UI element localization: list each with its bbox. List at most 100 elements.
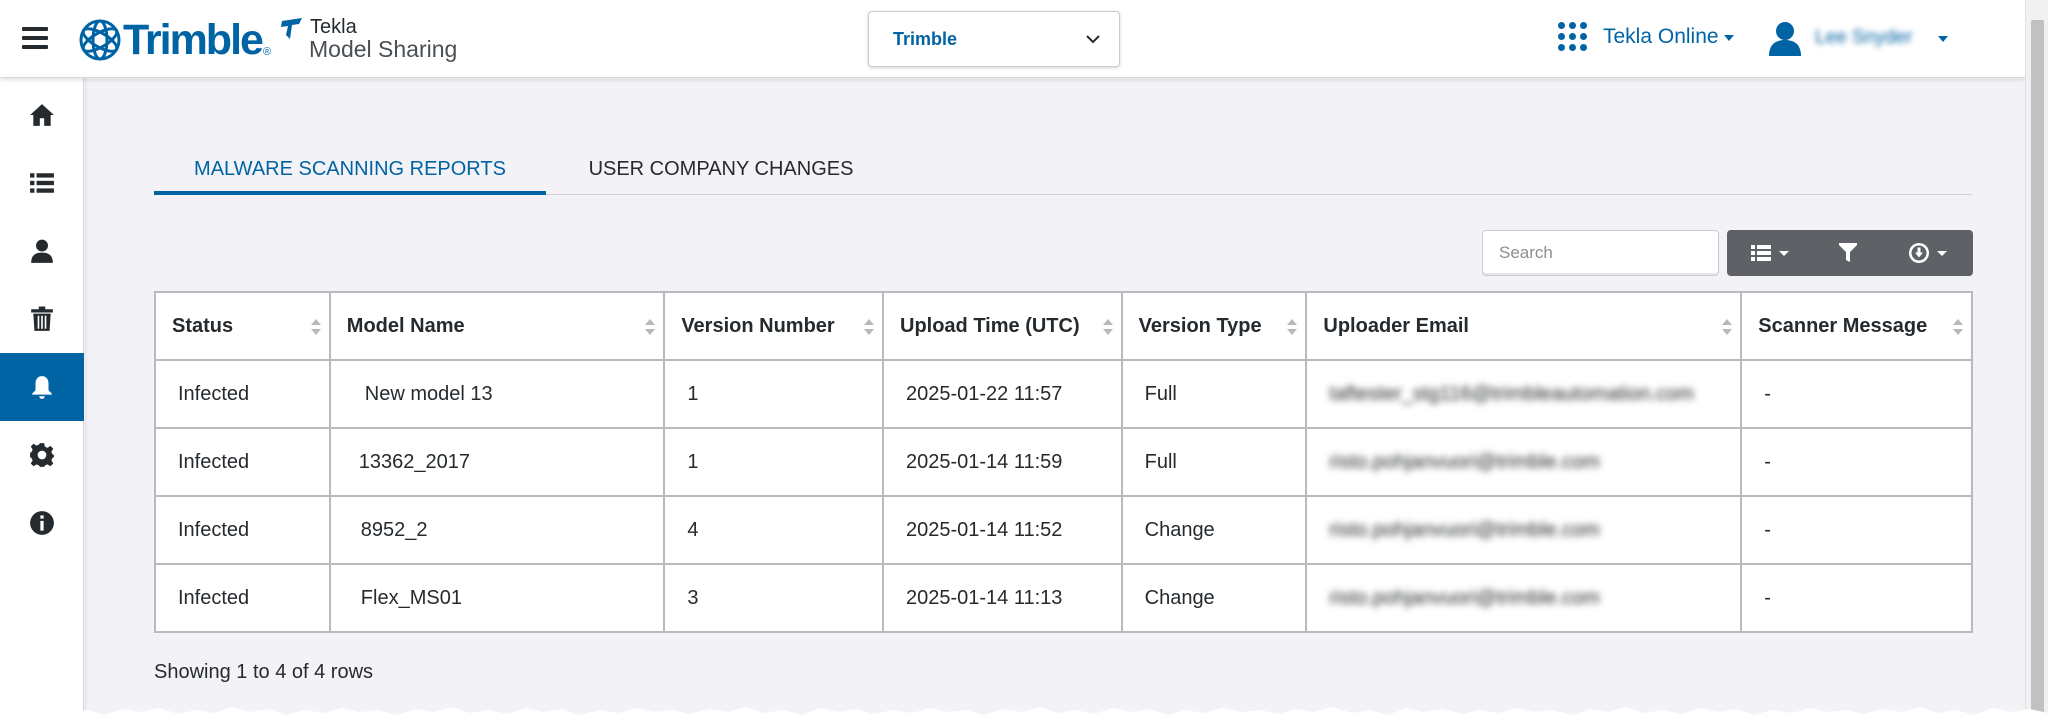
apps-grid-icon xyxy=(1558,22,1587,51)
sidebar-item-home[interactable] xyxy=(0,81,84,149)
trimble-globe-icon xyxy=(79,19,121,61)
scrollbar-thumb[interactable] xyxy=(2031,20,2044,720)
bell-icon xyxy=(32,376,52,399)
sidebar-item-user[interactable] xyxy=(0,217,84,285)
column-header-uploader-email[interactable]: Uploader Email xyxy=(1305,291,1743,361)
home-icon xyxy=(30,104,54,126)
sidebar-item-info[interactable] xyxy=(0,489,84,557)
registered-mark: ® xyxy=(262,46,272,58)
organization-select[interactable]: Trimble xyxy=(868,11,1120,67)
cell-version-type: Full xyxy=(1120,427,1308,497)
torn-edge-decoration xyxy=(0,707,2048,728)
sidebar-item-trash[interactable] xyxy=(0,285,84,353)
cell-uploader-email: taftester_stg116@trimbleautomation.com xyxy=(1305,359,1743,429)
cell-status: Infected xyxy=(154,427,331,497)
filter-button[interactable] xyxy=(1813,230,1883,276)
cell-model-name: 13362_2017 xyxy=(328,427,666,497)
product-name: Model Sharing xyxy=(309,36,458,62)
caret-down-icon xyxy=(1937,250,1947,256)
chevron-down-icon xyxy=(1086,35,1100,44)
hamburger-menu-icon[interactable] xyxy=(22,27,48,49)
export-button[interactable] xyxy=(1883,230,1973,276)
info-icon xyxy=(30,511,54,535)
caret-down-icon xyxy=(1938,36,1949,42)
column-header-status[interactable]: Status xyxy=(154,291,331,361)
cell-status: Infected xyxy=(154,359,331,429)
cell-version-type: Change xyxy=(1120,495,1308,565)
user-icon xyxy=(31,239,53,263)
user-avatar-icon xyxy=(1769,22,1801,56)
cell-version-number: 1 xyxy=(663,359,884,429)
cell-version-type: Change xyxy=(1120,563,1308,633)
sort-icon xyxy=(1953,319,1963,337)
brand-name: Trimble xyxy=(123,16,264,64)
download-icon xyxy=(1909,243,1929,263)
cell-scanner-message: - xyxy=(1740,563,1973,633)
user-menu[interactable]: Lee Snyder xyxy=(1767,20,1949,56)
table-row[interactable]: Infected 8952_2 4 2025-01-14 11:52 Chang… xyxy=(154,495,1973,565)
report-tabs: MALWARE SCANNING REPORTS USER COMPANY CH… xyxy=(154,149,1972,195)
filter-icon xyxy=(1839,243,1857,262)
sidebar-item-notifications[interactable] xyxy=(0,353,84,421)
cell-upload-time: 2025-01-22 11:57 xyxy=(882,359,1123,429)
column-header-upload-time[interactable]: Upload Time (UTC) xyxy=(882,291,1123,361)
sort-icon xyxy=(1722,319,1733,337)
cell-scanner-message: - xyxy=(1740,427,1973,497)
cell-upload-time: 2025-01-14 11:59 xyxy=(882,427,1123,497)
main-content: MALWARE SCANNING REPORTS USER COMPANY CH… xyxy=(85,79,2025,728)
cell-status: Infected xyxy=(154,563,331,633)
column-header-scanner-message[interactable]: Scanner Message xyxy=(1740,291,1973,361)
scrollbar[interactable] xyxy=(2025,0,2048,728)
tab-user-company-changes[interactable]: USER COMPANY CHANGES xyxy=(546,149,896,195)
organization-select-value: Trimble xyxy=(893,29,958,49)
sort-icon xyxy=(1287,319,1298,337)
caret-down-icon xyxy=(1779,250,1789,256)
cell-uploader-email: risto.pohjanvuori@trimble.com xyxy=(1305,427,1743,497)
table-row[interactable]: Infected New model 13 1 2025-01-22 11:57… xyxy=(154,359,1973,429)
column-header-version-number[interactable]: Version Number xyxy=(663,291,884,361)
sort-icon xyxy=(1102,319,1113,337)
table-row[interactable]: Infected Flex_MS01 3 2025-01-14 11:13 Ch… xyxy=(154,563,1973,633)
user-name: Lee Snyder xyxy=(1815,27,1913,48)
list-icon xyxy=(30,173,54,193)
table-toolbar xyxy=(1727,230,1973,276)
apps-switcher[interactable]: Tekla Online xyxy=(1558,22,1734,51)
sort-icon xyxy=(645,319,656,337)
sort-icon xyxy=(864,319,874,337)
columns-button[interactable] xyxy=(1727,230,1813,276)
caret-down-icon xyxy=(1723,34,1734,41)
column-header-version-type[interactable]: Version Type xyxy=(1120,291,1308,361)
cell-upload-time: 2025-01-14 11:52 xyxy=(882,495,1123,565)
table-header-row: Status Model Name Version Number Upload … xyxy=(154,291,1973,361)
cell-model-name: New model 13 xyxy=(328,359,666,429)
cell-model-name: 8952_2 xyxy=(328,495,666,565)
cell-version-number: 4 xyxy=(663,495,884,565)
sidebar-item-list[interactable] xyxy=(0,149,84,217)
pagination-summary: Showing 1 to 4 of 4 rows xyxy=(154,661,374,683)
trash-icon xyxy=(31,306,53,331)
tekla-mark-icon xyxy=(281,18,302,39)
sort-icon xyxy=(310,319,321,337)
cell-uploader-email: risto.pohjanvuori@trimble.com xyxy=(1305,495,1743,565)
sidebar xyxy=(0,78,84,728)
tab-malware-scanning-reports[interactable]: MALWARE SCANNING REPORTS xyxy=(154,149,546,195)
apps-label: Tekla Online xyxy=(1603,24,1719,48)
cell-version-number: 3 xyxy=(663,563,884,633)
columns-list-icon xyxy=(1751,245,1771,261)
cell-scanner-message: - xyxy=(1740,359,1973,429)
table-row[interactable]: Infected 13362_2017 1 2025-01-14 11:59 F… xyxy=(154,427,1973,497)
column-header-model-name[interactable]: Model Name xyxy=(328,291,666,361)
cell-upload-time: 2025-01-14 11:13 xyxy=(882,563,1123,633)
top-bar: Trimble ® Tekla Model Sharing Trimble Te… xyxy=(0,0,2025,78)
sidebar-item-settings[interactable] xyxy=(0,421,84,489)
cell-version-type: Full xyxy=(1120,359,1308,429)
cell-status: Infected xyxy=(154,495,331,565)
search-input[interactable] xyxy=(1482,230,1719,276)
cell-scanner-message: - xyxy=(1740,495,1973,565)
cell-uploader-email: risto.pohjanvuori@trimble.com xyxy=(1305,563,1743,633)
trimble-logo[interactable]: Trimble ® xyxy=(78,18,271,62)
malware-reports-table: Status Model Name Version Number Upload … xyxy=(154,291,1973,633)
cell-version-number: 1 xyxy=(663,427,884,497)
gear-icon xyxy=(30,443,54,467)
cell-model-name: Flex_MS01 xyxy=(328,563,666,633)
